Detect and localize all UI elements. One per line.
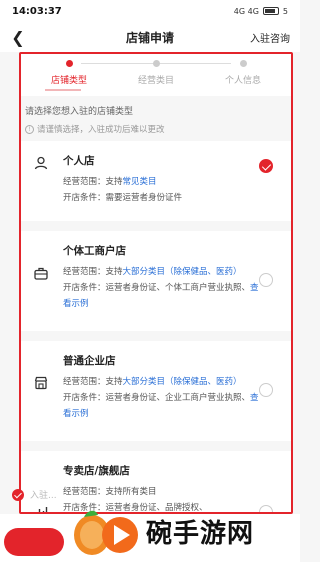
status-time: 14:03:37 [12, 5, 62, 17]
consult-link[interactable]: 入驻咨询 [250, 30, 290, 45]
condition-label: 开店条件： [63, 193, 106, 203]
step-business-category: 经营类目 [116, 60, 196, 86]
active-step-underline [45, 89, 81, 91]
info-icon: ! [25, 124, 34, 134]
scope-label: 经营范围： [63, 267, 106, 277]
condition-label: 开店条件： [63, 393, 106, 403]
selected-radio[interactable] [259, 159, 273, 173]
shop-type-card-enterprise[interactable]: 普通企业店 经营范围：支持大部分类目（除保健品、医药） 开店条件：运营者身份证、… [21, 341, 291, 441]
battery-icon [262, 7, 279, 15]
shop-type-card-personal[interactable]: 个人店 经营范围：支持常见类目 开店条件：需要运营者身份证件 [21, 141, 291, 221]
chart-icon [33, 503, 49, 512]
scope-text: 支持所有类目 [105, 487, 157, 497]
shop-type-card-individual-business[interactable]: 个体工商户店 经营范围：支持大部分类目（除保健品、医药） 开店条件：运营者身份证… [21, 231, 291, 331]
step-dot [65, 60, 73, 67]
scope-highlight: 大部分类目（除保健品、医药） [122, 377, 242, 387]
condition-text: 需要运营者身份证件 [105, 193, 183, 203]
unselected-radio[interactable] [259, 383, 273, 397]
intro-hint-text: 请谨慎选择，入驻成功后难以更改 [37, 125, 165, 135]
step-label: 个人信息 [224, 76, 261, 86]
card-scope: 经营范围：支持大部分类目（除保健品、医药） [63, 374, 261, 390]
step-personal-info: 个人信息 [203, 60, 283, 86]
network-indicator: 4G 4G [233, 6, 259, 16]
scope-highlight: 大部分类目（除保健品、医药） [122, 267, 242, 277]
intro-section: 请选择您想入驻的店铺类型 ! 请谨慎选择，入驻成功后难以更改 [21, 96, 291, 141]
battery-level: 5 [282, 6, 288, 16]
person-icon [33, 155, 49, 171]
back-arrow-icon[interactable]: ❮ [6, 22, 30, 52]
scope-highlight: 常见类目 [122, 177, 157, 187]
watermark-text: 碗手游网 [146, 518, 255, 549]
watermark: 碗手游网 [70, 500, 300, 562]
card-condition: 开店条件：运营者身份证、个体工商户营业执照、查看示例 [63, 280, 261, 312]
step-dot [152, 60, 160, 67]
scope-text: 支持 [105, 177, 123, 187]
step-label: 经营类目 [137, 76, 174, 86]
condition-label: 开店条件： [63, 283, 106, 293]
watermark-logo [70, 503, 140, 559]
step-indicator: 店铺类型 经营类目 个人信息 [21, 54, 291, 96]
card-title: 个人店 [63, 155, 95, 167]
status-bar: 14:03:37 4G 4G 5 [0, 0, 300, 22]
condition-text: 运营者身份证、个体工商户营业执照、 [105, 283, 251, 293]
card-scope: 经营范围：支持所有类目 [63, 484, 261, 500]
step-dot [239, 60, 247, 67]
nav-bar: ❮ 店铺申请 入驻咨询 [0, 22, 300, 52]
card-scope: 经营范围：支持常见类目 [63, 174, 261, 190]
agreement-text: 入驻... [30, 491, 57, 501]
intro-hint: ! 请谨慎选择，入驻成功后难以更改 [25, 123, 287, 135]
card-condition: 开店条件：运营者身份证、企业工商户营业执照、查看示例 [63, 390, 261, 422]
highlight-frame: 店铺类型 经营类目 个人信息 请选择您想入驻的店铺类型 ! 请谨慎选择，入驻成功… [19, 52, 293, 514]
scope-label: 经营范围： [63, 377, 106, 387]
card-scope: 经营范围：支持大部分类目（除保健品、医药） [63, 264, 261, 280]
condition-text: 运营者身份证、企业工商户营业执照、 [105, 393, 251, 403]
card-title: 专卖店/旗舰店 [63, 465, 130, 477]
card-title: 普通企业店 [63, 355, 116, 367]
intro-title: 请选择您想入驻的店铺类型 [25, 107, 134, 117]
card-condition: 开店条件：需要运营者身份证件 [63, 190, 261, 206]
scope-text: 支持 [105, 267, 123, 277]
briefcase-icon [33, 265, 49, 281]
scope-text: 支持 [105, 377, 123, 387]
step-shop-type: 店铺类型 [29, 60, 109, 86]
scope-label: 经营范围： [63, 177, 106, 187]
agreement-checkbox[interactable] [12, 489, 24, 501]
unselected-radio[interactable] [259, 273, 273, 287]
scope-label: 经营范围： [63, 487, 106, 497]
step-label: 店铺类型 [50, 76, 87, 86]
status-icons: 4G 4G 5 [234, 7, 288, 16]
card-title: 个体工商户店 [63, 245, 126, 257]
store-icon [33, 375, 49, 391]
submit-button[interactable] [4, 528, 64, 556]
